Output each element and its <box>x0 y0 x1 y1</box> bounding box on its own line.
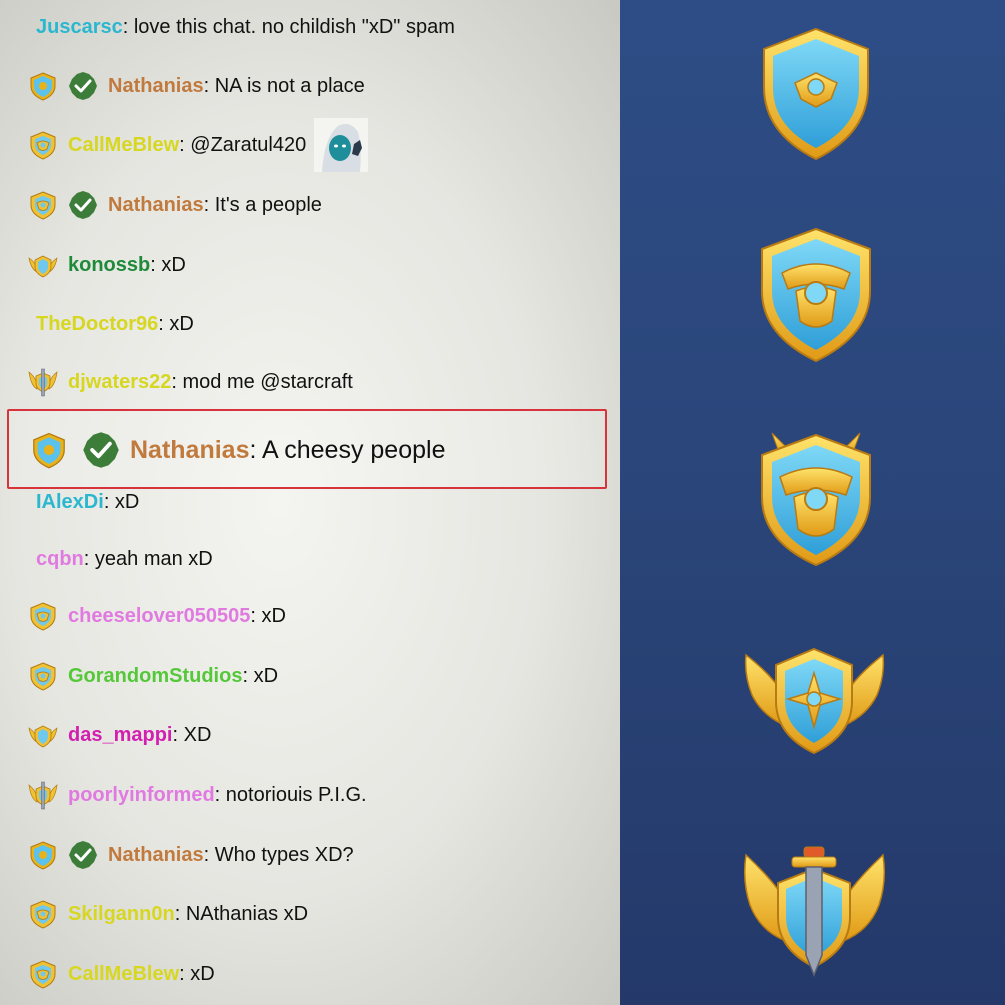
chat-message: djwaters22: mod me @starcraft <box>0 365 600 399</box>
chat-message-text: : XD <box>172 723 212 746</box>
chat-message: Skilgann0n: NAthanias xD <box>0 897 600 931</box>
moderator-check-icon <box>68 840 98 870</box>
chat-message: CallMeBlew: xD <box>0 957 600 991</box>
shield-gold-badge-icon <box>28 959 58 989</box>
chat-username[interactable]: cqbn <box>36 548 84 571</box>
rank-shield-1-icon <box>763 27 869 161</box>
chat-username[interactable]: CallMeBlew <box>68 134 179 157</box>
shield-gold-badge-icon <box>28 899 58 929</box>
chat-username[interactable]: poorlyinformed <box>68 784 215 807</box>
chat-message-text: : NA is not a place <box>203 74 365 97</box>
chat-panel: Juscarsc: love this chat. no childish "x… <box>0 0 620 1005</box>
chat-message-text: : yeah man xD <box>83 547 213 570</box>
chat-message-text: : It's a people <box>203 193 322 216</box>
chat-username[interactable]: das_mappi <box>68 724 172 747</box>
chat-username[interactable]: Nathanias <box>108 194 204 217</box>
chat-username[interactable]: IAlexDi <box>36 491 104 514</box>
chat-message: Nathanias: A cheesy people <box>0 430 600 470</box>
chat-message: Nathanias: It's a people <box>0 188 600 222</box>
shield-small-badge-icon <box>28 840 58 870</box>
chat-message-text: : xD <box>179 962 215 985</box>
chat-message-text: : xD <box>150 253 186 276</box>
chat-username[interactable]: Nathanias <box>130 436 249 465</box>
chat-message: konossb: xD <box>0 248 600 282</box>
chat-username[interactable]: konossb <box>68 254 150 277</box>
moderator-check-icon <box>68 71 98 101</box>
chat-username[interactable]: TheDoctor96 <box>36 313 158 336</box>
chat-message-text: : love this chat. no childish "xD" spam <box>122 15 455 38</box>
chat-message-text: : Who types XD? <box>203 843 354 866</box>
waving-face-emote <box>314 118 369 172</box>
winged-badge-icon <box>28 250 58 280</box>
chat-message: Juscarsc: love this chat. no childish "x… <box>0 10 600 44</box>
chat-message: GorandomStudios: xD <box>0 659 600 693</box>
chat-message-text: : xD <box>103 490 140 513</box>
chat-message: TheDoctor96: xD <box>0 307 600 341</box>
winged-sword-badge-icon <box>28 367 58 397</box>
winged-badge-icon <box>28 720 58 750</box>
chat-username[interactable]: djwaters22 <box>68 371 171 394</box>
chat-message: Nathanias: NA is not a place <box>0 69 600 103</box>
chat-message-text: : xD <box>158 312 194 335</box>
chat-username[interactable]: GorandomStudios <box>68 665 242 688</box>
rank-shield-3-icon <box>761 432 871 567</box>
chat-message: IAlexDi: xD <box>0 485 600 519</box>
shield-gold-badge-icon <box>28 190 58 220</box>
chat-username[interactable]: cheeselover050505 <box>68 605 250 628</box>
rank-shield-2-icon <box>761 227 871 363</box>
chat-username[interactable]: CallMeBlew <box>68 963 179 986</box>
chat-username[interactable]: Skilgann0n <box>68 903 175 926</box>
rank-winged-sword-icon <box>743 846 886 978</box>
chat-username[interactable]: Juscarsc <box>36 16 123 39</box>
shield-small-badge-icon <box>30 431 68 469</box>
badge-panel <box>620 0 1005 1005</box>
shield-gold-badge-icon <box>28 601 58 631</box>
chat-message-text: : xD <box>242 664 279 687</box>
chat-message-text: : mod me @starcraft <box>171 370 353 393</box>
moderator-check-icon <box>68 190 98 220</box>
chat-username[interactable]: Nathanias <box>108 75 204 98</box>
shield-gold-badge-icon <box>28 130 58 160</box>
chat-message: CallMeBlew: @Zaratul420 <box>0 118 600 172</box>
chat-message-text: : notoriouis P.I.G. <box>214 783 367 806</box>
chat-message-text: : A cheesy people <box>249 435 446 464</box>
chat-message: Nathanias: Who types XD? <box>0 838 600 872</box>
chat-message-text: : xD <box>250 604 286 627</box>
shield-gold-badge-icon <box>28 661 58 691</box>
chat-message: poorlyinformed: notoriouis P.I.G. <box>0 778 600 812</box>
winged-sword-badge-icon <box>28 780 58 810</box>
moderator-check-icon <box>82 431 120 469</box>
chat-username[interactable]: Nathanias <box>108 844 204 867</box>
rank-winged-shield-icon <box>744 647 885 755</box>
shield-small-badge-icon <box>28 71 58 101</box>
chat-message: das_mappi: XD <box>0 718 600 752</box>
chat-message-text: : NAthanias xD <box>174 902 309 925</box>
chat-message: cheeselover050505: xD <box>0 599 600 633</box>
chat-message: cqbn: yeah man xD <box>0 542 600 576</box>
chat-message-text: : @Zaratul420 <box>179 133 307 156</box>
